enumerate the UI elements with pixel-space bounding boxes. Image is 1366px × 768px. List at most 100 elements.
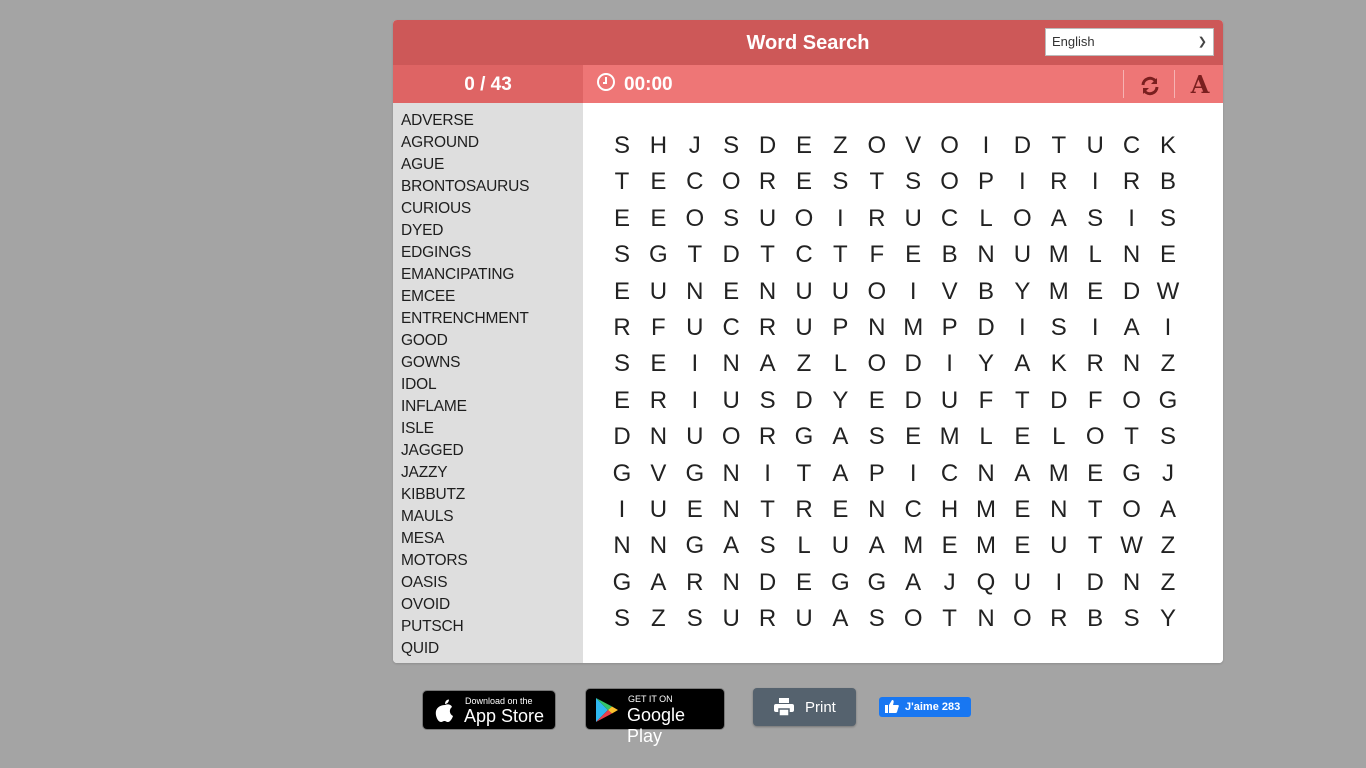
grid-cell[interactable]: A — [1004, 456, 1040, 492]
grid-cell[interactable]: H — [932, 492, 968, 528]
grid-cell[interactable]: D — [604, 419, 640, 455]
grid-cell[interactable]: K — [1150, 128, 1186, 164]
grid-cell[interactable]: M — [1041, 274, 1077, 310]
grid-cell[interactable]: U — [822, 528, 858, 564]
grid-cell[interactable]: I — [895, 456, 931, 492]
grid-cell[interactable]: O — [859, 346, 895, 382]
grid-cell[interactable]: C — [713, 310, 749, 346]
grid-cell[interactable]: Z — [786, 346, 822, 382]
grid-cell[interactable]: T — [1004, 383, 1040, 419]
grid-cell[interactable]: U — [1004, 565, 1040, 601]
grid-cell[interactable]: B — [1077, 601, 1113, 637]
grid-cell[interactable]: B — [932, 237, 968, 273]
grid-cell[interactable]: E — [1004, 492, 1040, 528]
grid-cell[interactable]: B — [968, 274, 1004, 310]
grid-cell[interactable]: A — [1041, 201, 1077, 237]
grid-cell[interactable]: C — [1114, 128, 1150, 164]
grid-cell[interactable]: D — [968, 310, 1004, 346]
grid-cell[interactable]: R — [750, 419, 786, 455]
grid-cell[interactable]: O — [859, 128, 895, 164]
grid-cell[interactable]: E — [786, 128, 822, 164]
grid-cell[interactable]: Z — [1150, 565, 1186, 601]
grid-cell[interactable]: I — [968, 128, 1004, 164]
grid-cell[interactable]: W — [1150, 274, 1186, 310]
grid-cell[interactable]: U — [822, 274, 858, 310]
grid-cell[interactable]: E — [786, 565, 822, 601]
grid-cell[interactable]: E — [1004, 419, 1040, 455]
grid-cell[interactable]: I — [677, 383, 713, 419]
grid-cell[interactable]: A — [640, 565, 676, 601]
grid-cell[interactable]: L — [968, 419, 1004, 455]
grid-cell[interactable]: C — [895, 492, 931, 528]
grid-cell[interactable]: O — [1077, 419, 1113, 455]
grid-cell[interactable]: U — [750, 201, 786, 237]
grid-cell[interactable]: Y — [968, 346, 1004, 382]
grid-cell[interactable]: U — [786, 310, 822, 346]
grid-cell[interactable]: G — [604, 565, 640, 601]
grid-cell[interactable]: E — [895, 237, 931, 273]
grid-cell[interactable]: I — [895, 274, 931, 310]
grid-cell[interactable]: N — [968, 601, 1004, 637]
grid-cell[interactable]: E — [1077, 456, 1113, 492]
grid-cell[interactable]: O — [1004, 201, 1040, 237]
grid-cell[interactable]: E — [859, 383, 895, 419]
grid-cell[interactable]: U — [1077, 128, 1113, 164]
grid-cell[interactable]: A — [750, 346, 786, 382]
grid-cell[interactable]: R — [750, 310, 786, 346]
grid-cell[interactable]: E — [786, 164, 822, 200]
grid-cell[interactable]: S — [677, 601, 713, 637]
grid-cell[interactable]: R — [750, 164, 786, 200]
grid-cell[interactable]: D — [895, 383, 931, 419]
grid-cell[interactable]: I — [932, 346, 968, 382]
grid-cell[interactable]: N — [1114, 565, 1150, 601]
grid-cell[interactable]: S — [604, 237, 640, 273]
grid-cell[interactable]: L — [1077, 237, 1113, 273]
grid-cell[interactable]: G — [1114, 456, 1150, 492]
grid-cell[interactable]: G — [1150, 383, 1186, 419]
grid-cell[interactable]: N — [968, 456, 1004, 492]
grid-cell[interactable]: U — [1041, 528, 1077, 564]
grid-cell[interactable]: S — [1150, 419, 1186, 455]
grid-cell[interactable]: A — [895, 565, 931, 601]
grid-cell[interactable]: T — [750, 237, 786, 273]
grid-cell[interactable]: Z — [822, 128, 858, 164]
grid-cell[interactable]: T — [822, 237, 858, 273]
grid-cell[interactable]: E — [1004, 528, 1040, 564]
grid-cell[interactable]: R — [1041, 601, 1077, 637]
grid-cell[interactable]: E — [604, 274, 640, 310]
grid-cell[interactable]: N — [1114, 237, 1150, 273]
grid-cell[interactable]: G — [859, 565, 895, 601]
grid-cell[interactable]: C — [932, 201, 968, 237]
grid-cell[interactable]: N — [640, 528, 676, 564]
grid-cell[interactable]: U — [786, 601, 822, 637]
app-store-badge[interactable]: Download on the App Store — [422, 690, 556, 730]
grid-cell[interactable]: R — [750, 601, 786, 637]
grid-cell[interactable]: R — [677, 565, 713, 601]
grid-cell[interactable]: Y — [822, 383, 858, 419]
grid-cell[interactable]: U — [677, 419, 713, 455]
grid-cell[interactable]: C — [932, 456, 968, 492]
facebook-like-button[interactable]: J'aime 283 — [879, 697, 971, 717]
grid-cell[interactable]: O — [1114, 383, 1150, 419]
grid-cell[interactable]: I — [604, 492, 640, 528]
grid-cell[interactable]: O — [713, 419, 749, 455]
grid-cell[interactable]: M — [1041, 456, 1077, 492]
grid-cell[interactable]: E — [895, 419, 931, 455]
grid-cell[interactable]: N — [859, 492, 895, 528]
grid-cell[interactable]: A — [1150, 492, 1186, 528]
grid-cell[interactable]: U — [1004, 237, 1040, 273]
grid-cell[interactable]: C — [677, 164, 713, 200]
grid-cell[interactable]: G — [786, 419, 822, 455]
grid-cell[interactable]: D — [1114, 274, 1150, 310]
grid-cell[interactable]: T — [604, 164, 640, 200]
grid-cell[interactable]: Y — [1004, 274, 1040, 310]
grid-cell[interactable]: E — [604, 383, 640, 419]
grid-cell[interactable]: J — [932, 565, 968, 601]
grid-cell[interactable]: N — [713, 492, 749, 528]
grid-cell[interactable]: U — [786, 274, 822, 310]
grid-cell[interactable]: P — [859, 456, 895, 492]
grid-cell[interactable]: T — [932, 601, 968, 637]
grid-cell[interactable]: S — [859, 601, 895, 637]
print-button[interactable]: Print — [753, 688, 856, 726]
grid-cell[interactable]: S — [713, 201, 749, 237]
